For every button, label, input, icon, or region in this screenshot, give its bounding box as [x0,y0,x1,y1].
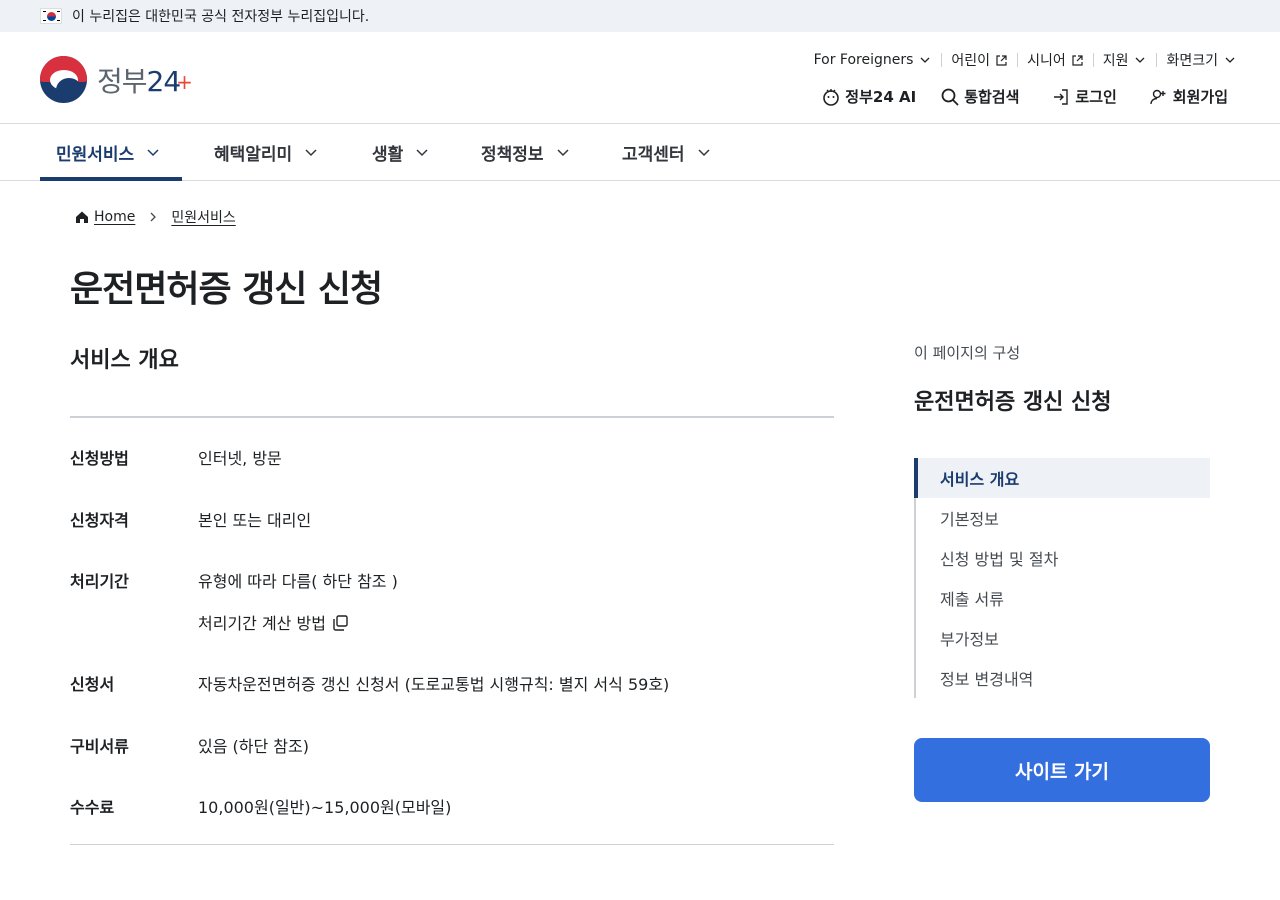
copy-window-icon [333,614,348,631]
info-label: 수수료 [70,798,115,817]
processing-time-calc-link[interactable]: 처리기간 계산 방법 [198,610,349,634]
korean-flag-icon [40,8,62,24]
login-icon [1054,88,1069,105]
toc-item-documents[interactable]: 제출 서류 [916,578,1210,618]
utility-menu: For Foreigners 어린이 시니어 지원 화면크기 [804,50,1236,70]
info-label: 신청자격 [70,511,129,530]
info-value: 유형에 따라 다름( 하단 참조 ) [198,572,398,591]
logo[interactable]: 정부24+ [40,56,193,103]
login-button[interactable]: 로그인 [1051,86,1117,107]
chevron-down-icon [1136,57,1145,63]
nav-policy-info[interactable]: 정책정보 [481,124,570,180]
header-actions: 정부24 AI 통합검색 로그인 회원가입 [797,86,1228,107]
signup-button[interactable]: 회원가입 [1149,86,1228,107]
go-to-site-button[interactable]: 사이트 가기 [914,738,1210,802]
chevron-down-icon [698,149,710,157]
chevron-down-icon [305,149,317,157]
logo-text: 정부24+ [97,64,193,98]
chevron-down-icon [147,149,159,157]
toc-item-basic-info[interactable]: 기본정보 [916,498,1210,538]
chevron-down-icon [920,57,930,63]
chevron-down-icon [416,149,428,157]
toc-item-change-history[interactable]: 정보 변경내역 [916,658,1210,698]
info-label: 신청방법 [70,449,129,468]
table-of-contents: 서비스 개요 기본정보 신청 방법 및 절차 제출 서류 부가정보 정보 변경내… [914,458,1210,698]
ai-assistant-icon [823,88,840,106]
overview-divider-top [70,416,834,418]
gov-banner-text: 이 누리집은 대한민국 공식 전자정부 누리집입니다. [72,9,370,25]
info-label: 처리기간 [70,572,129,591]
toc-caption: 이 페이지의 구성 [914,344,1021,362]
util-screen-size[interactable]: 화면크기 [1156,50,1236,70]
nav-benefit-alert[interactable]: 혜택알리미 [214,124,318,180]
util-support[interactable]: 지원 [1092,50,1157,70]
breadcrumb-home[interactable]: Home [94,209,135,225]
external-link-icon [996,54,1007,66]
main-nav: 민원서비스 혜택알리미 생활 정책정보 고객센터 [0,124,1280,181]
chevron-down-icon [557,149,569,157]
add-user-icon [1150,89,1166,104]
info-value: 10,000원(일반)~15,000원(모바일) [198,798,452,817]
toc-title: 운전면허증 갱신 신청 [914,390,1112,415]
section-title-overview: 서비스 개요 [70,348,179,373]
toc-item-overview[interactable]: 서비스 개요 [914,458,1210,498]
util-for-foreigners[interactable]: For Foreigners [804,52,942,68]
breadcrumb: Home 민원서비스 [75,207,236,227]
home-icon [76,211,88,223]
info-value: 본인 또는 대리인 [198,511,312,530]
search-icon [941,88,959,106]
info-label: 구비서류 [70,737,129,756]
header: 정부24+ For Foreigners 어린이 시니어 지원 화면크기 정부2… [0,32,1280,124]
toc-item-procedure[interactable]: 신청 방법 및 절차 [916,538,1210,578]
page-title: 운전면허증 갱신 신청 [70,269,383,310]
gov-banner: 이 누리집은 대한민국 공식 전자정부 누리집입니다. [0,0,1280,32]
search-button[interactable]: 통합검색 [940,86,1019,107]
nav-life[interactable]: 생활 [372,124,429,180]
info-value: 자동차운전면허증 갱신 신청서 (도로교통법 시행규칙: 별지 서식 59호) [198,675,670,694]
util-senior[interactable]: 시니어 [1017,50,1093,70]
nav-customer-center[interactable]: 고객센터 [622,124,711,180]
chevron-right-icon [150,212,157,222]
chevron-down-icon [1225,57,1235,63]
nav-civil-service[interactable]: 민원서비스 [40,124,182,181]
info-value: 있음 (하단 참조) [198,737,309,756]
info-label: 신청서 [70,675,115,694]
external-link-icon [1072,54,1083,66]
util-kids[interactable]: 어린이 [941,50,1017,70]
overview-divider-bottom [70,844,834,845]
breadcrumb-current[interactable]: 민원서비스 [171,207,235,227]
info-value: 인터넷, 방문 [198,449,282,468]
ai-button[interactable]: 정부24 AI [821,86,916,107]
gov-emblem-icon [40,56,87,103]
toc-item-additional-info[interactable]: 부가정보 [916,618,1210,658]
